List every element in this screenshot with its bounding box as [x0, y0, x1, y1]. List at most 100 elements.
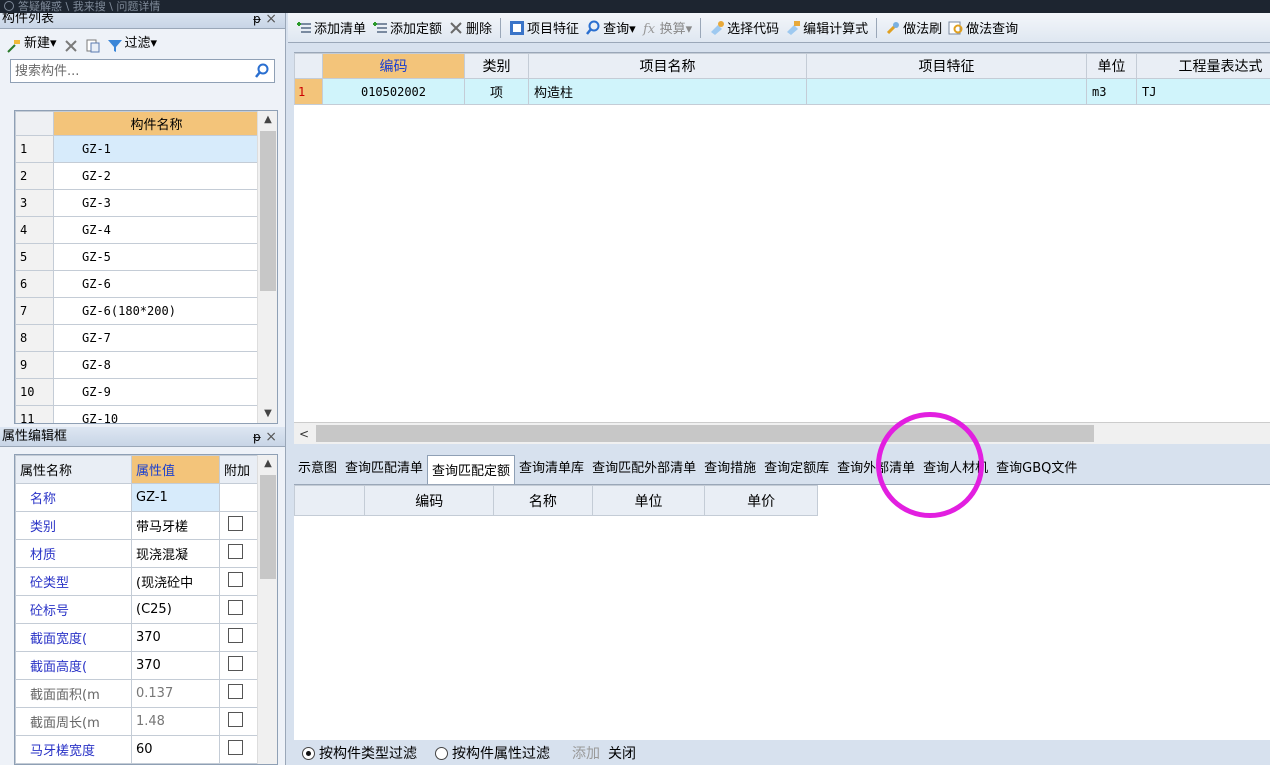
- property-row[interactable]: 截面面积(m 0.137: [15, 679, 260, 708]
- tab-query-quota-library[interactable]: 查询定额库: [760, 457, 833, 484]
- category-cell[interactable]: 项: [464, 78, 529, 105]
- tab-query-labor-material-machine[interactable]: 查询人材机: [919, 457, 992, 484]
- method-brush-button[interactable]: 做法刷: [885, 18, 942, 37]
- table-row[interactable]: 8 GZ-7: [15, 324, 260, 352]
- extra-checkbox[interactable]: [228, 600, 243, 615]
- quota-price-header[interactable]: 单价: [704, 485, 818, 516]
- property-value-field[interactable]: 370: [131, 651, 220, 680]
- close-button[interactable]: 关闭: [608, 743, 636, 763]
- scroll-left-icon[interactable]: <: [294, 423, 314, 445]
- component-name-cell[interactable]: GZ-5: [53, 243, 260, 271]
- unit-cell[interactable]: m3: [1086, 78, 1137, 105]
- query-button[interactable]: 查询▾: [585, 18, 636, 37]
- component-name-cell[interactable]: GZ-10: [53, 405, 260, 423]
- component-name-cell[interactable]: GZ-9: [53, 378, 260, 406]
- item-name-cell[interactable]: 构造柱: [528, 78, 807, 105]
- item-feature-column-header[interactable]: 项目特征: [806, 53, 1087, 79]
- component-search-input[interactable]: [11, 61, 250, 81]
- scrollbar-thumb[interactable]: [316, 425, 1094, 442]
- extra-checkbox[interactable]: [228, 572, 243, 587]
- table-row[interactable]: 2 GZ-2: [15, 162, 260, 190]
- property-row[interactable]: 截面宽度( 370: [15, 623, 260, 652]
- expression-cell[interactable]: TJ: [1136, 78, 1270, 105]
- scroll-up-icon[interactable]: ▲: [258, 111, 277, 129]
- extra-checkbox[interactable]: [228, 740, 243, 755]
- property-value-field[interactable]: GZ-1: [131, 483, 220, 512]
- quota-name-header[interactable]: 名称: [493, 485, 593, 516]
- add-quota-button[interactable]: 添加定额: [372, 18, 442, 37]
- quota-code-header[interactable]: 编码: [364, 485, 495, 516]
- property-value-field[interactable]: 带马牙槎: [131, 511, 220, 540]
- property-row[interactable]: 截面高度( 370: [15, 651, 260, 680]
- radio-unselected-icon[interactable]: [435, 747, 448, 760]
- convert-button[interactable]: fx 换算▾: [642, 18, 693, 38]
- table-row[interactable]: 6 GZ-6: [15, 270, 260, 298]
- filter-component-button[interactable]: 过滤▾: [107, 29, 157, 59]
- select-code-button[interactable]: 选择代码: [709, 18, 779, 37]
- scroll-up-icon[interactable]: ▲: [258, 455, 277, 473]
- component-name-cell[interactable]: GZ-6: [53, 270, 260, 298]
- component-name-header[interactable]: 构件名称: [53, 111, 260, 136]
- close-icon[interactable]: ×: [265, 427, 277, 447]
- new-component-button[interactable]: 新建▾: [6, 29, 57, 59]
- tab-query-matched-external-list[interactable]: 查询匹配外部清单: [588, 457, 700, 484]
- tab-diagram[interactable]: 示意图: [294, 457, 341, 484]
- table-row[interactable]: 3 GZ-3: [15, 189, 260, 217]
- table-row[interactable]: 4 GZ-4: [15, 216, 260, 244]
- property-row[interactable]: 材质 现浇混凝: [15, 539, 260, 568]
- expression-column-header[interactable]: 工程量表达式: [1136, 53, 1270, 79]
- component-name-cell[interactable]: GZ-6(180*200): [53, 297, 260, 325]
- component-name-cell[interactable]: GZ-8: [53, 351, 260, 379]
- radio-selected-icon[interactable]: [302, 747, 315, 760]
- property-row[interactable]: 马牙槎宽度 60: [15, 735, 260, 764]
- component-name-cell[interactable]: GZ-4: [53, 216, 260, 244]
- tab-query-list-library[interactable]: 查询清单库: [515, 457, 588, 484]
- component-name-cell[interactable]: GZ-7: [53, 324, 260, 352]
- category-column-header[interactable]: 类别: [464, 53, 529, 79]
- tab-query-matched-quota[interactable]: 查询匹配定额: [427, 455, 516, 484]
- component-list-scrollbar[interactable]: ▲ ▼: [257, 111, 277, 423]
- scroll-down-icon[interactable]: ▼: [258, 405, 277, 423]
- extra-checkbox[interactable]: [228, 684, 243, 699]
- property-value-field[interactable]: (现浇砼中: [131, 567, 220, 596]
- property-value-field[interactable]: 370: [131, 623, 220, 652]
- extra-checkbox[interactable]: [228, 544, 243, 559]
- component-name-cell[interactable]: GZ-1: [53, 135, 260, 163]
- scrollbar-thumb[interactable]: [260, 475, 276, 579]
- add-list-button[interactable]: 添加清单: [296, 18, 366, 37]
- code-cell[interactable]: 010502002: [322, 78, 465, 105]
- list-horizontal-scrollbar[interactable]: <: [294, 422, 1270, 444]
- table-row[interactable]: 10 GZ-9: [15, 378, 260, 406]
- table-row[interactable]: 11 GZ-10: [15, 405, 260, 423]
- property-row[interactable]: 截面周长(m 1.48: [15, 707, 260, 736]
- table-row[interactable]: 9 GZ-8: [15, 351, 260, 379]
- add-button[interactable]: 添加: [572, 743, 600, 763]
- property-row[interactable]: 砼类型 (现浇砼中: [15, 567, 260, 596]
- property-value-field[interactable]: 现浇混凝: [131, 539, 220, 568]
- property-value-field[interactable]: (C25): [131, 595, 220, 624]
- extra-checkbox[interactable]: [228, 656, 243, 671]
- copy-component-button[interactable]: [85, 36, 101, 53]
- method-query-button[interactable]: 做法查询: [948, 18, 1018, 37]
- property-row[interactable]: 名称 GZ-1: [15, 483, 260, 512]
- table-row[interactable]: 5 GZ-5: [15, 243, 260, 271]
- property-row[interactable]: 砼标号 (C25): [15, 595, 260, 624]
- scrollbar-thumb[interactable]: [260, 131, 276, 291]
- search-icon[interactable]: [250, 60, 274, 82]
- filter-by-attribute-option[interactable]: 按构件属性过滤: [435, 743, 550, 763]
- tab-query-matched-list[interactable]: 查询匹配清单: [341, 457, 427, 484]
- code-column-header[interactable]: 编码: [322, 53, 465, 79]
- table-row[interactable]: 7 GZ-6(180*200): [15, 297, 260, 325]
- table-row[interactable]: 1 GZ-1: [15, 135, 260, 163]
- item-name-column-header[interactable]: 项目名称: [528, 53, 807, 79]
- delete-component-button[interactable]: [63, 36, 79, 52]
- tab-query-external-list[interactable]: 查询外部清单: [833, 457, 919, 484]
- item-feature-cell[interactable]: [806, 78, 1087, 105]
- table-row[interactable]: 1 010502002 项 构造柱 m3 TJ: [294, 78, 1270, 105]
- tab-query-gbq-file[interactable]: 查询GBQ文件: [992, 457, 1081, 484]
- tab-query-measures[interactable]: 查询措施: [700, 457, 760, 484]
- extra-checkbox[interactable]: [228, 516, 243, 531]
- pin-icon[interactable]: ᵽ: [253, 427, 261, 447]
- property-value-field[interactable]: 60: [131, 735, 220, 764]
- extra-checkbox[interactable]: [228, 712, 243, 727]
